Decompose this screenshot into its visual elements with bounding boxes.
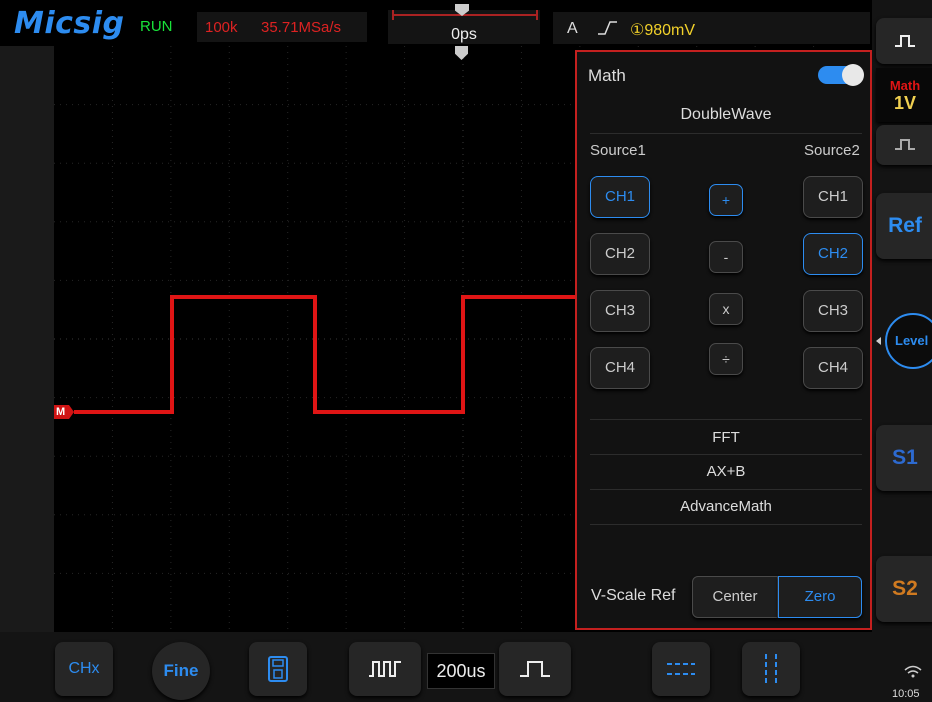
timebase-decrease-button[interactable] — [349, 642, 421, 696]
source2-label: Source2 — [804, 142, 860, 159]
divider — [590, 524, 862, 525]
trigger-level: ①980mV — [630, 22, 696, 39]
wifi-icon — [902, 664, 924, 683]
math-enable-toggle[interactable] — [818, 64, 864, 86]
level-arrow-icon — [876, 337, 881, 345]
operator-subtract-button[interactable]: - — [709, 241, 743, 273]
operator-divide-button[interactable]: ÷ — [709, 343, 743, 375]
math-waveform-trace — [74, 295, 576, 414]
fine-button[interactable]: Fine — [152, 642, 210, 700]
toggle-knob — [842, 64, 864, 86]
sample-rate: 35.71MSa/s — [261, 19, 342, 36]
timebase-increase-button[interactable] — [499, 642, 571, 696]
vertical-cursor-button[interactable] — [742, 642, 800, 696]
source2-ch4-button[interactable]: CH4 — [803, 347, 863, 389]
source1-label: Source1 — [590, 142, 646, 159]
vscale-ref-label: V-Scale Ref — [591, 587, 676, 604]
math-mode-doublewave[interactable]: DoubleWave — [590, 106, 862, 124]
run-state-indicator[interactable]: RUN — [140, 18, 173, 35]
divider — [590, 489, 862, 490]
source1-ch4-button[interactable]: CH4 — [590, 347, 650, 389]
pulse-icon — [895, 35, 915, 47]
memory-position-bar — [392, 10, 538, 20]
memory-depth: 100k — [205, 19, 238, 36]
operator-multiply-button[interactable]: x — [709, 293, 743, 325]
math-panel — [575, 50, 872, 630]
dense-pulse-icon — [369, 661, 401, 677]
divider — [590, 133, 862, 134]
math-channel-button[interactable]: Math 1V — [876, 68, 932, 122]
source2-ch2-button[interactable]: CH2 — [803, 233, 863, 275]
horizontal-cursor-icon — [667, 663, 695, 675]
channel-top-button[interactable] — [876, 18, 932, 64]
horizontal-cursor-button[interactable] — [652, 642, 710, 696]
source1-ch1-button[interactable]: CH1 — [590, 176, 650, 218]
level-knob[interactable]: Level — [885, 313, 932, 369]
vscale-zero-button[interactable]: Zero — [778, 576, 862, 618]
trigger-source: A — [567, 20, 578, 37]
time-position-value: 0ps — [451, 26, 477, 43]
clock-time: 10:05 — [892, 688, 920, 700]
divider — [590, 454, 862, 455]
operator-add-button[interactable]: + — [709, 184, 743, 216]
rising-edge-icon — [596, 19, 618, 42]
math-panel-title: Math — [588, 66, 626, 85]
function-advancemath[interactable]: AdvanceMath — [590, 498, 862, 515]
source2-ch3-button[interactable]: CH3 — [803, 290, 863, 332]
wide-pulse-icon — [520, 661, 550, 677]
divider — [590, 419, 862, 420]
math-channel-label: Math — [889, 78, 921, 93]
save-disk-icon — [268, 656, 288, 682]
pulse-button-2[interactable] — [876, 125, 932, 165]
pulse-icon — [895, 139, 915, 150]
vscale-center-button[interactable]: Center — [692, 576, 778, 618]
function-fft[interactable]: FFT — [590, 429, 862, 446]
brand-logo: Micsig — [14, 6, 125, 41]
s1-button[interactable]: S1 — [876, 425, 932, 491]
source1-ch3-button[interactable]: CH3 — [590, 290, 650, 332]
acquisition-info[interactable]: 100k 35.71MSa/s — [197, 12, 367, 42]
timebase-value: 200us — [427, 653, 495, 689]
ref-button[interactable]: Ref — [876, 193, 932, 259]
source1-ch2-button[interactable]: CH2 — [590, 233, 650, 275]
chx-button[interactable]: CHx — [55, 642, 113, 696]
math-channel-scale: 1V — [893, 93, 917, 113]
save-button[interactable] — [249, 642, 307, 696]
level-label: Level — [895, 333, 929, 348]
vertical-cursor-icon — [765, 654, 777, 684]
function-axb[interactable]: AX+B — [590, 463, 862, 480]
s2-button[interactable]: S2 — [876, 556, 932, 622]
source2-ch1-button[interactable]: CH1 — [803, 176, 863, 218]
